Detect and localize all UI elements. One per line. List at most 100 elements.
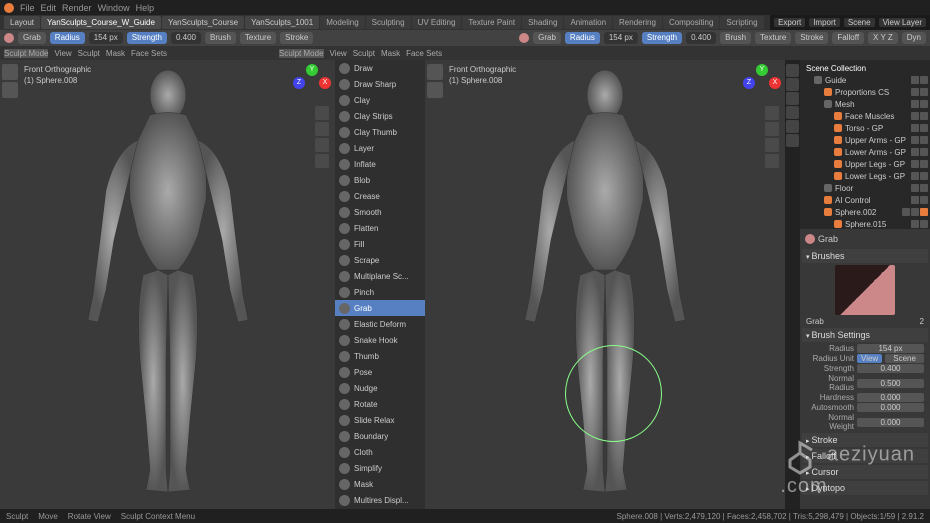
workspace-tab[interactable]: Texture Paint	[462, 16, 521, 29]
outliner-row[interactable]: AI Control	[802, 194, 928, 206]
select-icon[interactable]	[920, 88, 928, 96]
brush-item[interactable]: Scrape	[335, 252, 425, 268]
workspace-tab[interactable]: Sculpting	[366, 16, 411, 29]
outliner-row[interactable]: Proportions CS	[802, 86, 928, 98]
brush-item[interactable]: Nudge	[335, 380, 425, 396]
outliner-row[interactable]: Face Muscles	[802, 110, 928, 122]
scene-field[interactable]: Scene	[844, 18, 875, 27]
radius-value-left[interactable]: 154 px	[89, 32, 123, 44]
select-icon[interactable]	[920, 220, 928, 228]
viewport-right[interactable]: Front Orthographic(1) Sphere.008 XYZ	[425, 60, 785, 523]
brush-item[interactable]: Elastic Deform	[335, 316, 425, 332]
facesets-menu[interactable]: Face Sets	[406, 49, 442, 58]
normal-weight-value[interactable]: 0.000	[857, 418, 924, 427]
select-icon[interactable]	[911, 208, 919, 216]
brush-name-left[interactable]: Grab	[18, 32, 46, 44]
select-icon[interactable]	[920, 136, 928, 144]
zoom-icon[interactable]	[765, 106, 779, 120]
view-menu[interactable]: View	[330, 49, 347, 58]
brush-item[interactable]: Draw	[335, 60, 425, 76]
sculpt-menu[interactable]: Sculpt	[353, 49, 375, 58]
outliner-row[interactable]: Lower Legs - GP	[802, 170, 928, 182]
visibility-icon[interactable]	[911, 220, 919, 228]
visibility-icon[interactable]	[911, 148, 919, 156]
autosmooth-value[interactable]: 0.000	[857, 403, 924, 412]
view-menu[interactable]: View	[54, 49, 71, 58]
brush-menu-left[interactable]: Brush	[205, 32, 236, 44]
hardness-value[interactable]: 0.000	[857, 393, 924, 402]
brush-item[interactable]: Multires Displ...	[335, 492, 425, 508]
section-dyntopo[interactable]: Dyntopo	[802, 481, 928, 495]
sculpt-menu[interactable]: Sculpt	[78, 49, 100, 58]
brush-item[interactable]: Inflate	[335, 156, 425, 172]
visibility-icon[interactable]	[911, 76, 919, 84]
visibility-icon[interactable]	[911, 112, 919, 120]
falloff-menu-right[interactable]: Falloff	[832, 32, 864, 44]
outliner-root[interactable]: Scene Collection	[802, 62, 928, 74]
workspace-tab[interactable]: Animation	[564, 16, 612, 29]
menu-help[interactable]: Help	[136, 3, 155, 13]
radius-unit-view[interactable]: View	[857, 354, 882, 363]
outliner-row[interactable]: Torso - GP	[802, 122, 928, 134]
brush-item[interactable]: Mask	[335, 476, 425, 492]
select-icon[interactable]	[920, 172, 928, 180]
persp-icon[interactable]	[765, 154, 779, 168]
visibility-icon[interactable]	[911, 100, 919, 108]
select-icon[interactable]	[920, 100, 928, 108]
visibility-icon[interactable]	[911, 196, 919, 204]
workspace-tab[interactable]: Layout	[4, 16, 40, 29]
texture-menu-right[interactable]: Texture	[755, 32, 791, 44]
menu-render[interactable]: Render	[62, 3, 92, 13]
orbit-gizmo[interactable]: XYZ	[743, 64, 781, 102]
workspace-tab[interactable]: Scripting	[720, 16, 763, 29]
visibility-icon[interactable]	[911, 136, 919, 144]
visibility-icon[interactable]	[911, 184, 919, 192]
prop-tab[interactable]	[786, 78, 799, 91]
workspace-tab[interactable]: YanSculpts_1001	[245, 16, 319, 29]
prop-tab[interactable]	[786, 92, 799, 105]
brush-item[interactable]: Rotate	[335, 396, 425, 412]
outliner-row[interactable]: Mesh	[802, 98, 928, 110]
mask-menu[interactable]: Mask	[381, 49, 400, 58]
brush-item[interactable]: Fill	[335, 236, 425, 252]
workspace-tab[interactable]: Compositing	[663, 16, 719, 29]
export-button[interactable]: Export	[774, 18, 805, 27]
brush-item[interactable]: Grab	[335, 300, 425, 316]
brush-item[interactable]: Thumb	[335, 348, 425, 364]
modifier-icon[interactable]	[920, 208, 928, 216]
workspace-tab[interactable]: YanSculpts_Course	[162, 16, 244, 29]
menu-edit[interactable]: Edit	[41, 3, 57, 13]
strength-value-right[interactable]: 0.400	[686, 32, 716, 44]
tool-item[interactable]	[427, 64, 443, 80]
prop-tab[interactable]	[786, 106, 799, 119]
outliner-row[interactable]: Lower Arms - GP	[802, 146, 928, 158]
persp-icon[interactable]	[315, 154, 329, 168]
normal-radius-value[interactable]: 0.500	[857, 379, 924, 388]
brush-item[interactable]: Multiplane Sc...	[335, 268, 425, 284]
brush-item[interactable]: Boundary	[335, 428, 425, 444]
mask-menu[interactable]: Mask	[106, 49, 125, 58]
brush-item[interactable]: Pinch	[335, 284, 425, 300]
workspace-tab[interactable]: Shading	[522, 16, 563, 29]
outliner-row[interactable]: Sphere.002	[802, 206, 928, 218]
brush-item[interactable]: Smooth	[335, 204, 425, 220]
select-icon[interactable]	[920, 196, 928, 204]
strength-value-left[interactable]: 0.400	[171, 32, 201, 44]
brush-item[interactable]: Flatten	[335, 220, 425, 236]
select-icon[interactable]	[920, 184, 928, 192]
brush-item[interactable]: Simplify	[335, 460, 425, 476]
viewport-left[interactable]: Front Orthographic(1) Sphere.008 XYZ	[0, 60, 335, 523]
workspace-tab[interactable]: UV Editing	[412, 16, 462, 29]
stroke-menu-left[interactable]: Stroke	[280, 32, 313, 44]
brush-item[interactable]: Cloth	[335, 444, 425, 460]
mode-select-right[interactable]: Sculpt Mode	[279, 49, 323, 58]
outliner-row[interactable]: Upper Arms - GP	[802, 134, 928, 146]
camera-icon[interactable]	[765, 138, 779, 152]
brush-item[interactable]: Snake Hook	[335, 332, 425, 348]
brush-name-right[interactable]: Grab	[533, 32, 561, 44]
move-icon[interactable]	[315, 122, 329, 136]
visibility-icon[interactable]	[911, 88, 919, 96]
select-icon[interactable]	[920, 160, 928, 168]
workspace-tab[interactable]: Modeling	[320, 16, 364, 29]
move-icon[interactable]	[765, 122, 779, 136]
